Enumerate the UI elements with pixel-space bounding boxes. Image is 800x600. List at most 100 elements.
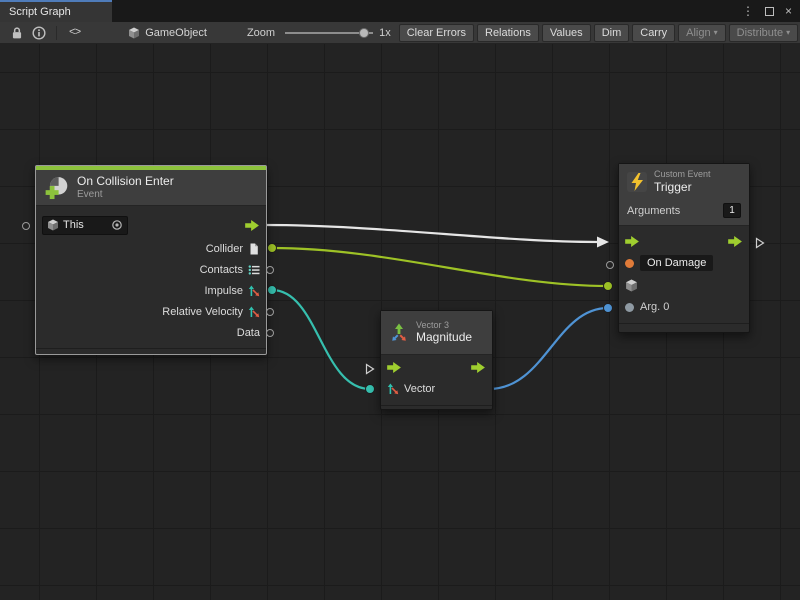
node-trigger-custom-event[interactable]: Custom Event Trigger Arguments 1 On Dama…: [618, 163, 750, 333]
align-dropdown[interactable]: Align ▾: [678, 24, 725, 42]
arguments-value-field[interactable]: 1: [723, 203, 741, 218]
tab-title: Script Graph: [9, 6, 71, 18]
event-name-field[interactable]: On Damage: [640, 255, 713, 271]
port-arg0-in[interactable]: [604, 304, 613, 313]
chevron-down-icon: ▾: [786, 29, 790, 37]
port-target-in[interactable]: [22, 222, 30, 230]
kebab-menu-icon[interactable]: ⋮: [742, 5, 754, 17]
output-row-data[interactable]: Data: [36, 322, 266, 343]
close-icon[interactable]: ×: [785, 5, 792, 17]
lock-icon[interactable]: [10, 26, 24, 40]
output-row-collider[interactable]: Collider: [36, 238, 266, 259]
info-icon[interactable]: [32, 26, 46, 40]
input-row-vector[interactable]: Vector: [381, 378, 492, 400]
wire-flow[interactable]: [266, 225, 597, 242]
node-supertitle: Custom Event: [654, 169, 711, 180]
flow-out-arrow-icon[interactable]: [728, 236, 743, 247]
graph-toolbar: <> GameObject Zoom 1x Clear Errors Relat…: [0, 22, 800, 44]
flow-out-arrow-icon[interactable]: [471, 362, 486, 373]
values-button[interactable]: Values: [542, 24, 591, 42]
distribute-label: Distribute: [737, 27, 783, 39]
target-row[interactable]: [619, 274, 749, 296]
tab-script-graph[interactable]: Script Graph: [0, 0, 112, 22]
arguments-label: Arguments: [627, 205, 680, 217]
output-row-impulse[interactable]: Impulse: [36, 280, 266, 301]
toolbar-separator: [56, 26, 57, 40]
output-label: Relative Velocity: [162, 306, 243, 318]
relations-button[interactable]: Relations: [477, 24, 539, 42]
vector3-icon: [248, 306, 260, 318]
flow-out-triangle-port[interactable]: [755, 237, 765, 249]
document-icon: [248, 243, 260, 255]
graph-canvas[interactable]: On Collision Enter Event This Colli: [0, 44, 800, 600]
node-header[interactable]: On Collision Enter Event: [36, 170, 266, 206]
node-title: On Collision Enter: [77, 174, 174, 189]
node-magnitude[interactable]: Vector 3 Magnitude Vector: [380, 310, 493, 410]
zoom-slider-handle[interactable]: [359, 28, 369, 38]
node-on-collision-enter[interactable]: On Collision Enter Event This Colli: [35, 165, 267, 355]
node-subtitle: Event: [77, 189, 174, 201]
vector3-icon: [387, 383, 399, 395]
node-supertitle: Vector 3: [416, 320, 472, 331]
maximize-icon[interactable]: [765, 7, 774, 16]
carry-button[interactable]: Carry: [632, 24, 675, 42]
clear-errors-button[interactable]: Clear Errors: [399, 24, 474, 42]
string-port-dot[interactable]: [625, 259, 634, 268]
wire-impulse-vector[interactable]: [272, 290, 370, 389]
wire-result-arg0[interactable]: [489, 308, 608, 389]
flow-out-arrow-icon[interactable]: [245, 220, 260, 231]
output-row-relative-velocity[interactable]: Relative Velocity: [36, 301, 266, 322]
flow-in-triangle-port[interactable]: [365, 363, 375, 375]
lightning-icon: [627, 172, 647, 192]
toolbar-buttons: Clear Errors Relations Values Dim Carry …: [391, 24, 800, 42]
tab-bar: Script Graph ⋮ ×: [0, 0, 800, 22]
port-impulse-out[interactable]: [268, 286, 277, 295]
dim-button[interactable]: Dim: [594, 24, 630, 42]
output-row-contacts[interactable]: Contacts: [36, 259, 266, 280]
cube-icon: [625, 279, 638, 292]
event-name-row: On Damage: [619, 252, 749, 274]
node-footer: [36, 348, 266, 354]
target-field[interactable]: This: [42, 216, 128, 235]
input-label: Vector: [404, 383, 435, 395]
target-field-value: This: [63, 219, 84, 231]
window-controls: ⋮ ×: [742, 0, 800, 22]
node-header[interactable]: Custom Event Trigger: [619, 164, 749, 200]
distribute-dropdown[interactable]: Distribute ▾: [729, 24, 798, 42]
node-footer: [619, 323, 749, 332]
port-relative-velocity-out[interactable]: [266, 308, 274, 316]
code-icon[interactable]: <>: [69, 27, 80, 39]
graph-owner[interactable]: GameObject: [128, 27, 207, 39]
flow-in-arrow-icon[interactable]: [625, 236, 640, 247]
output-label: Impulse: [204, 285, 243, 297]
arg0-port-dot[interactable]: [625, 303, 634, 312]
arguments-row: Arguments 1: [619, 200, 749, 226]
flow-row: [381, 357, 492, 378]
node-header[interactable]: Vector 3 Magnitude: [381, 311, 492, 355]
zoom-label: Zoom: [247, 27, 275, 39]
port-contacts-out[interactable]: [266, 266, 274, 274]
node-title: Magnitude: [416, 330, 472, 345]
zoom-slider[interactable]: [285, 26, 373, 40]
align-label: Align: [686, 27, 710, 39]
output-label: Collider: [206, 243, 243, 255]
output-label: Data: [237, 327, 260, 339]
flow-in-arrow-icon[interactable]: [387, 362, 402, 373]
vector3-icon: [389, 323, 409, 343]
target-row: This: [36, 212, 266, 238]
port-collider-out[interactable]: [268, 244, 277, 253]
port-event-name-in[interactable]: [606, 261, 614, 269]
arg0-label: Arg. 0: [640, 301, 669, 313]
cube-icon: [47, 219, 59, 231]
port-vector-in[interactable]: [366, 385, 375, 394]
target-picker-icon[interactable]: [111, 219, 123, 231]
node-title: Trigger: [654, 180, 711, 195]
zoom-value: 1x: [379, 27, 391, 39]
unity-window: Script Graph ⋮ × <> GameObject Zoom 1x C…: [0, 0, 800, 600]
arg0-row[interactable]: Arg. 0: [619, 296, 749, 318]
wire-collider-target[interactable]: [272, 248, 608, 286]
port-trigger-target-in[interactable]: [604, 282, 613, 291]
vector3-icon: [248, 285, 260, 297]
port-data-out[interactable]: [266, 329, 274, 337]
gameobject-cube-icon: [128, 27, 140, 39]
